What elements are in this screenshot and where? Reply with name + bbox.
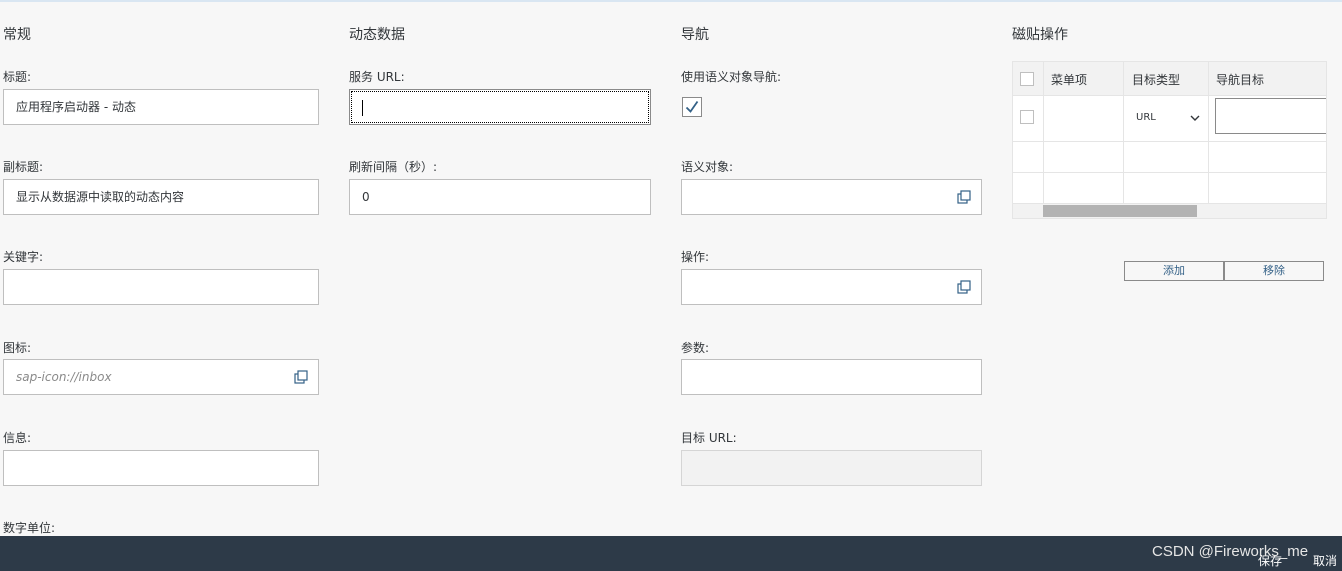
- info-label: 信息:: [3, 431, 32, 445]
- subtitle-label: 副标题:: [3, 160, 44, 174]
- footer-bar: 保存 取消: [0, 536, 1342, 571]
- info-input[interactable]: [3, 450, 319, 486]
- semantic-object-label: 语义对象:: [681, 160, 734, 174]
- semantic-object-input[interactable]: [681, 179, 982, 215]
- horizontal-scrollbar[interactable]: [1013, 204, 1326, 218]
- add-button[interactable]: 添加: [1124, 261, 1224, 281]
- action-input[interactable]: [681, 269, 982, 305]
- select-all-checkbox[interactable]: [1020, 72, 1034, 86]
- number-unit-label: 数字单位:: [3, 521, 56, 535]
- scrollbar-thumb[interactable]: [1043, 205, 1197, 217]
- checkmark-icon: [685, 100, 699, 113]
- nav-target-input[interactable]: [1215, 98, 1326, 134]
- icon-label: 图标:: [3, 341, 32, 355]
- section-title-navigation: 导航: [681, 27, 709, 43]
- chevron-down-icon: [1190, 115, 1200, 121]
- title-label: 标题:: [3, 70, 32, 84]
- service-url-input[interactable]: [349, 89, 651, 125]
- service-url-label: 服务 URL:: [349, 70, 405, 84]
- value-help-icon[interactable]: [957, 190, 971, 204]
- use-semantic-label: 使用语义对象导航:: [681, 70, 782, 84]
- refresh-interval-label: 刷新间隔（秒）:: [349, 160, 438, 174]
- row-select-checkbox[interactable]: [1020, 110, 1034, 124]
- subtitle-input[interactable]: 显示从数据源中读取的动态内容: [3, 179, 319, 215]
- row-divider: [1013, 172, 1326, 173]
- section-title-dynamic: 动态数据: [349, 27, 405, 43]
- remove-button[interactable]: 移除: [1224, 261, 1324, 281]
- title-input[interactable]: 应用程序启动器 - 动态: [3, 89, 319, 125]
- value-help-icon[interactable]: [957, 280, 971, 294]
- refresh-interval-input[interactable]: 0: [349, 179, 651, 215]
- text-cursor: [362, 100, 363, 116]
- use-semantic-checkbox[interactable]: [682, 97, 702, 117]
- col-divider: [1208, 62, 1209, 203]
- row-divider: [1013, 141, 1326, 142]
- tile-actions-table: 菜单项 目标类型 导航目标 URL: [1012, 61, 1327, 219]
- top-border: [0, 0, 1342, 2]
- icon-input-placeholder: sap-icon://inbox: [16, 370, 112, 384]
- keywords-label: 关键字:: [3, 250, 44, 264]
- column-header-nav-target[interactable]: 导航目标: [1216, 71, 1264, 88]
- target-url-label: 目标 URL:: [681, 431, 737, 445]
- value-help-icon[interactable]: [294, 370, 308, 384]
- keywords-input[interactable]: [3, 269, 319, 305]
- params-input[interactable]: [681, 359, 982, 395]
- icon-input[interactable]: sap-icon://inbox: [3, 359, 319, 395]
- params-label: 参数:: [681, 341, 710, 355]
- section-title-general: 常规: [3, 27, 31, 43]
- section-title-tile-actions: 磁贴操作: [1012, 27, 1068, 43]
- action-label: 操作:: [681, 250, 710, 264]
- watermark: CSDN @Fireworks_me: [1152, 543, 1309, 560]
- cancel-button[interactable]: 取消: [1313, 552, 1337, 569]
- target-type-value: URL: [1136, 112, 1156, 123]
- menu-item-cell[interactable]: [1044, 96, 1123, 141]
- target-type-select[interactable]: URL: [1124, 96, 1208, 141]
- column-header-target-type[interactable]: 目标类型: [1132, 71, 1180, 88]
- column-header-menu-item[interactable]: 菜单项: [1051, 71, 1087, 88]
- target-url-input: [681, 450, 982, 486]
